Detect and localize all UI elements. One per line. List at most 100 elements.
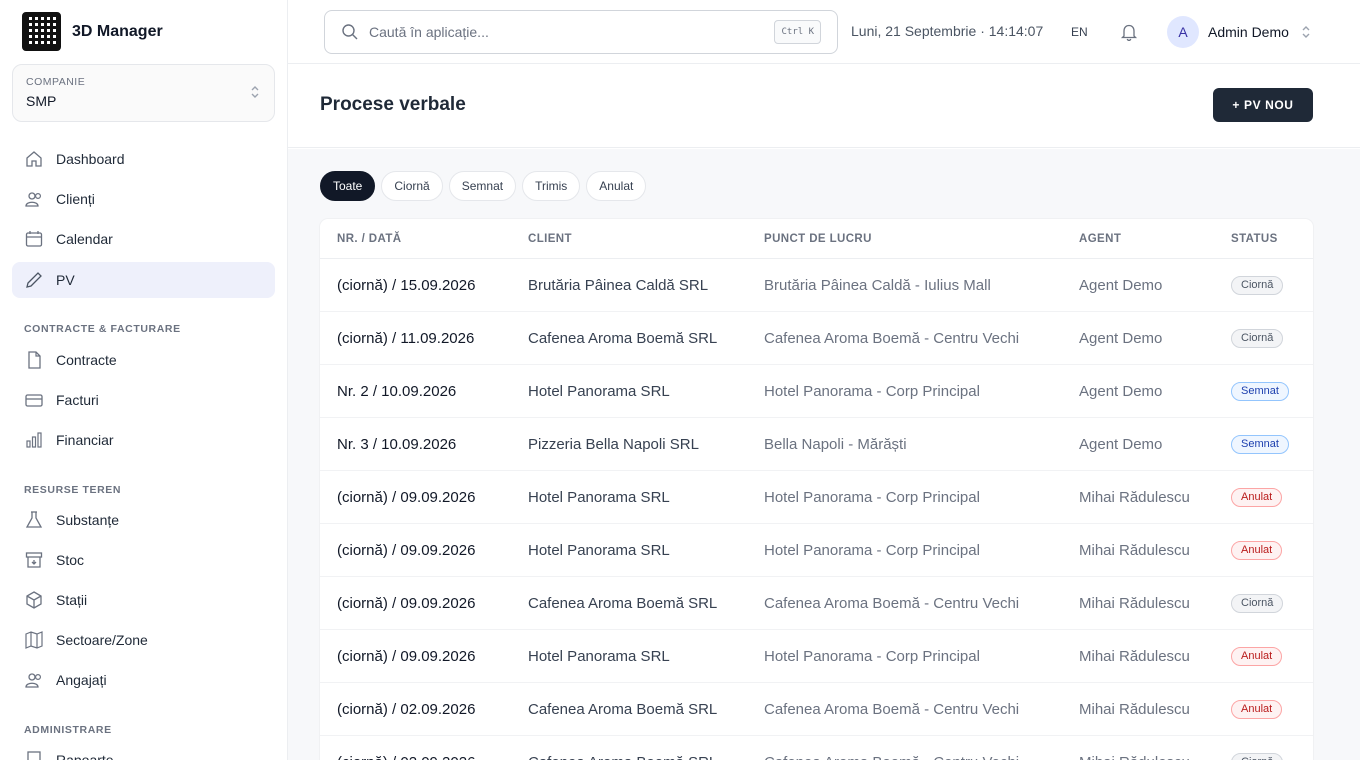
section-admin: ADMINISTRARE [24,724,112,736]
table-row[interactable]: (ciornă) / 02.09.2026 Cafenea Aroma Boemă… [320,736,1313,760]
sidebar-item-label: Facturi [56,392,99,408]
card-icon [24,390,44,410]
sidebar-item-statii[interactable]: Stații [12,582,275,618]
sidebar-item-calendar[interactable]: Calendar [12,221,275,257]
user-name: Admin Demo [1208,24,1289,40]
sidebar-item-facturi[interactable]: Facturi [12,382,275,418]
sidebar-item-stoc[interactable]: Stoc [12,542,275,578]
filter-trimis[interactable]: Trimis [522,171,581,201]
home-icon [24,149,44,169]
sidebar-item-contracte[interactable]: Contracte [12,342,275,378]
cell-client: Cafenea Aroma Boemă SRL [528,754,717,760]
search-icon [342,24,358,40]
cell-agent: Mihai Rădulescu [1079,754,1190,760]
sidebar-item-dashboard[interactable]: Dashboard [12,141,275,177]
cell-punct-lucru: Brutăria Pâinea Caldă - Iulius Mall [764,276,991,294]
sidebar-item-clienti[interactable]: Clienți [12,181,275,217]
cell-punct-lucru: Hotel Panorama - Corp Principal [764,382,980,400]
sidebar-item-label: Rapoarte [56,752,114,760]
company-label: COMPANIE [26,76,86,88]
cell-agent: Mihai Rădulescu [1079,647,1190,665]
sidebar-item-substante[interactable]: Substanțe [12,502,275,538]
cell-nr-data: Nr. 3 / 10.09.2026 [337,435,457,453]
cell-agent: Mihai Rădulescu [1079,541,1190,559]
sidebar-item-label: Financiar [56,432,114,448]
column-header[interactable]: AGENT [1079,233,1121,245]
sidebar-item-financiar[interactable]: Financiar [12,422,275,458]
cell-agent: Agent Demo [1079,435,1163,453]
report-icon [24,750,44,760]
main-content: Toate Ciornă Semnat Trimis Anulat NR. / … [288,149,1360,760]
sidebar-item-label: Substanțe [56,512,120,528]
table-row[interactable]: (ciornă) / 15.09.2026 Brutăria Pâinea Cal… [320,259,1313,312]
flask-icon [24,510,44,530]
sidebar: 3D Manager COMPANIE SMP Dashboard Clienț… [0,0,288,760]
column-header[interactable]: CLIENT [528,233,572,245]
search-placeholder: Caută în aplicație... [369,24,489,40]
filter-ciorna[interactable]: Ciornă [381,171,443,201]
filter-toate[interactable]: Toate [320,171,376,201]
new-pv-button[interactable]: + PV NOU [1213,88,1313,122]
cell-client: Pizzeria Bella Napoli SRL [528,435,699,453]
page-title: Procese verbale [320,94,466,115]
sidebar-item-label: PV [56,272,75,288]
language-toggle[interactable]: EN [1071,25,1088,39]
bar-chart-icon [24,430,44,450]
archive-icon [24,550,44,570]
sidebar-item-label: Contracte [56,352,117,368]
cell-punct-lucru: Cafenea Aroma Boemă - Centru Vechi [764,754,1019,760]
table-row[interactable]: (ciornă) / 09.09.2026 Cafenea Aroma Boemă… [320,577,1313,630]
table-row[interactable]: (ciornă) / 02.09.2026 Cafenea Aroma Boemă… [320,683,1313,736]
sidebar-item-rapoarte[interactable]: Rapoarte [12,742,275,760]
user-menu[interactable]: A Admin Demo [1167,16,1311,48]
cell-client: Cafenea Aroma Boemă SRL [528,594,718,612]
table-row[interactable]: (ciornă) / 09.09.2026 Hotel Panorama SRL H… [320,524,1313,577]
cell-nr-data: (ciornă) / 09.09.2026 [337,488,476,506]
company-selector[interactable]: COMPANIE SMP [12,64,275,122]
bell-icon[interactable] [1119,22,1139,42]
document-icon [24,350,44,370]
status-badge: Ciornă [1231,328,1284,348]
sidebar-item-pv[interactable]: PV [12,262,275,298]
table-row[interactable]: Nr. 3 / 10.09.2026 Pizzeria Bella Napoli … [320,418,1313,471]
status-filters: Toate Ciornă Semnat Trimis Anulat [320,171,647,201]
column-header[interactable]: STATUS [1231,233,1278,245]
cell-client: Cafenea Aroma Boemă SRL [528,700,718,718]
sidebar-item-sectoare[interactable]: Sectoare/Zone [12,622,275,658]
brand[interactable]: 3D Manager [22,12,163,51]
status-badge: Ciornă [1231,275,1284,295]
logo-icon [22,12,61,51]
users-icon [24,189,44,209]
search-input[interactable]: Caută în aplicație... Ctrl K [324,10,838,54]
filter-anulat[interactable]: Anulat [586,171,647,201]
pencil-icon [24,270,44,290]
chevron-updown-icon [251,86,259,98]
cell-nr-data: (ciornă) / 15.09.2026 [337,276,476,294]
datetime: Luni, 21 Septembrie · 14:14:07 [851,23,1044,39]
cell-punct-lucru: Cafenea Aroma Boemă - Centru Vechi [764,700,1020,718]
filter-semnat[interactable]: Semnat [448,171,517,201]
sidebar-item-label: Calendar [56,231,113,247]
table-body: (ciornă) / 15.09.2026 Brutăria Pâinea Cal… [320,259,1313,760]
cell-client: Cafenea Aroma Boemă SRL [528,329,718,347]
status-badge: Semnat [1231,381,1289,401]
column-header[interactable]: PUNCT DE LUCRU [764,233,872,245]
box-icon [24,590,44,610]
table-row[interactable]: (ciornă) / 09.09.2026 Hotel Panorama SRL H… [320,471,1313,524]
cell-punct-lucru: Hotel Panorama - Corp Principal [764,647,980,665]
table-row[interactable]: (ciornă) / 09.09.2026 Hotel Panorama SRL H… [320,630,1313,683]
table-row[interactable]: (ciornă) / 11.09.2026 Cafenea Aroma Boemă… [320,312,1313,365]
map-icon [24,630,44,650]
status-badge: Anulat [1231,646,1283,666]
table-row[interactable]: Nr. 2 / 10.09.2026 Hotel Panorama SRL Hote… [320,365,1313,418]
section-field: RESURSE TEREN [24,484,122,496]
column-header[interactable]: NR. / DATĂ [337,233,401,245]
table-header: NR. / DATĂ CLIENT PUNCT DE LUCRU AGENT S… [320,219,1313,259]
sidebar-item-angajati[interactable]: Angajați [12,662,275,698]
status-badge: Semnat [1231,434,1289,454]
page-header: Procese verbale + PV NOU [288,64,1360,148]
pv-table: NR. / DATĂ CLIENT PUNCT DE LUCRU AGENT S… [320,219,1313,760]
chevron-updown-icon [1302,26,1310,38]
cell-agent: Mihai Rădulescu [1079,488,1190,506]
cell-agent: Agent Demo [1079,382,1163,400]
